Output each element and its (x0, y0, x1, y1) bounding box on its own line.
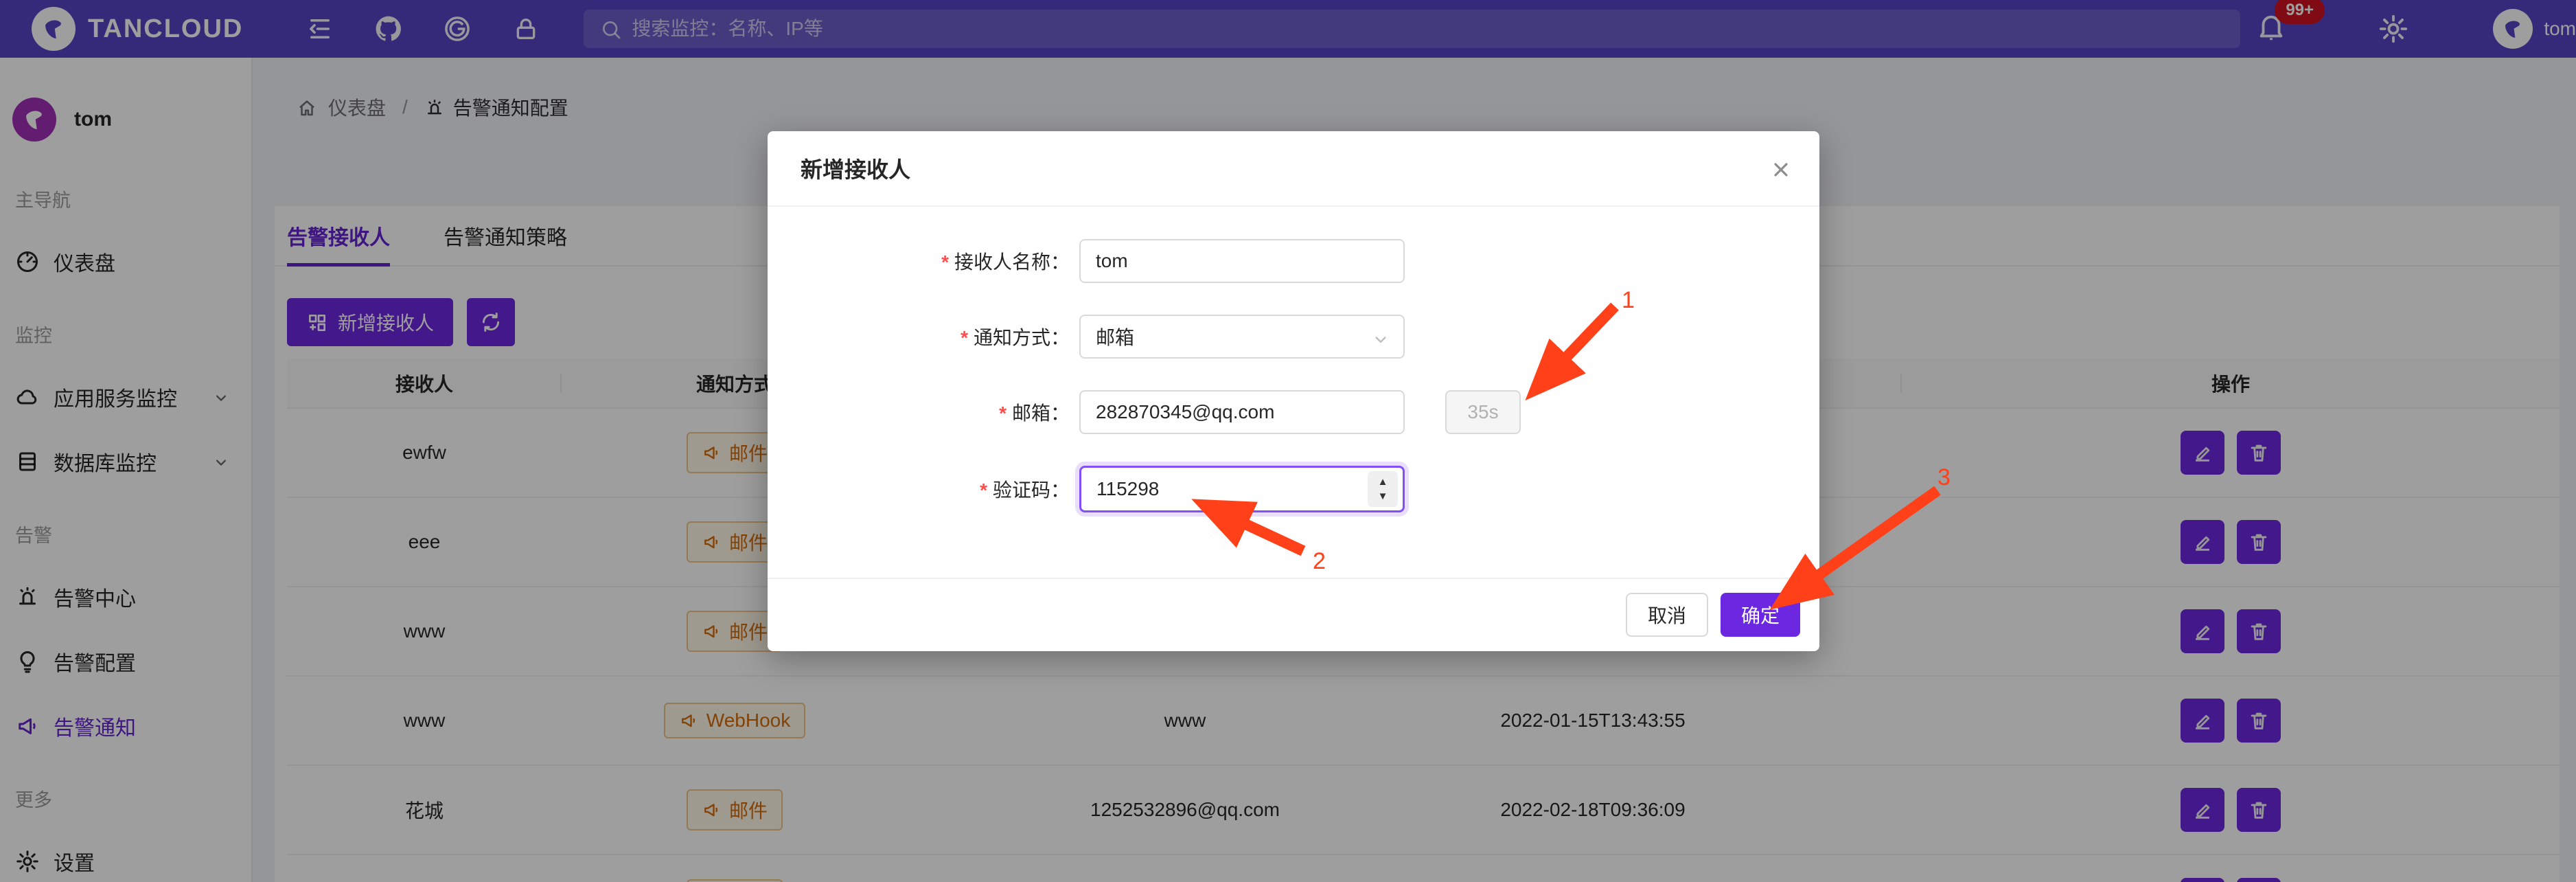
field-verify-code: * 验证码： ▲▼ (768, 466, 1819, 512)
chevron-down-icon (1370, 327, 1391, 350)
required-mark: * (980, 479, 987, 501)
receiver-name-input[interactable] (1079, 239, 1405, 283)
verify-code-label: 验证码： (993, 479, 1070, 501)
verify-code-input[interactable] (1079, 466, 1405, 512)
confirm-button[interactable]: 确定 (1721, 593, 1800, 637)
receiver-name-label: 接收人名称： (954, 251, 1070, 273)
required-mark: * (999, 403, 1007, 424)
number-stepper[interactable]: ▲▼ (1368, 471, 1398, 507)
modal-body: *接收人名称： *通知方式： *邮箱： 35s *验证码： ▲▼ (768, 207, 1819, 578)
field-receiver-name: *接收人名称： (768, 239, 1819, 283)
modal-header: 新增接收人 (768, 131, 1819, 207)
step-down-icon[interactable]: ▼ (1378, 489, 1388, 504)
notify-method-select[interactable] (1079, 315, 1405, 359)
step-up-icon[interactable]: ▲ (1378, 475, 1388, 489)
add-receiver-modal: 新增接收人 *接收人名称： *通知方式： *邮箱： 35s *验证码： ▲▼ (768, 131, 1819, 651)
email-label: 邮箱： (1012, 403, 1070, 424)
notify-method-label: 通知方式： (974, 327, 1070, 348)
countdown-button[interactable]: 35s (1445, 390, 1521, 434)
close-icon[interactable] (1770, 157, 1792, 181)
cancel-button[interactable]: 取消 (1626, 593, 1708, 637)
required-mark: * (961, 327, 968, 348)
required-mark: * (941, 251, 949, 273)
email-input[interactable] (1079, 390, 1405, 434)
modal-title: 新增接收人 (801, 152, 910, 184)
field-email: *邮箱： 35s (768, 390, 1819, 434)
field-notify-method: * 通知方式： (768, 315, 1819, 359)
modal-footer: 取消 确定 (768, 578, 1819, 650)
